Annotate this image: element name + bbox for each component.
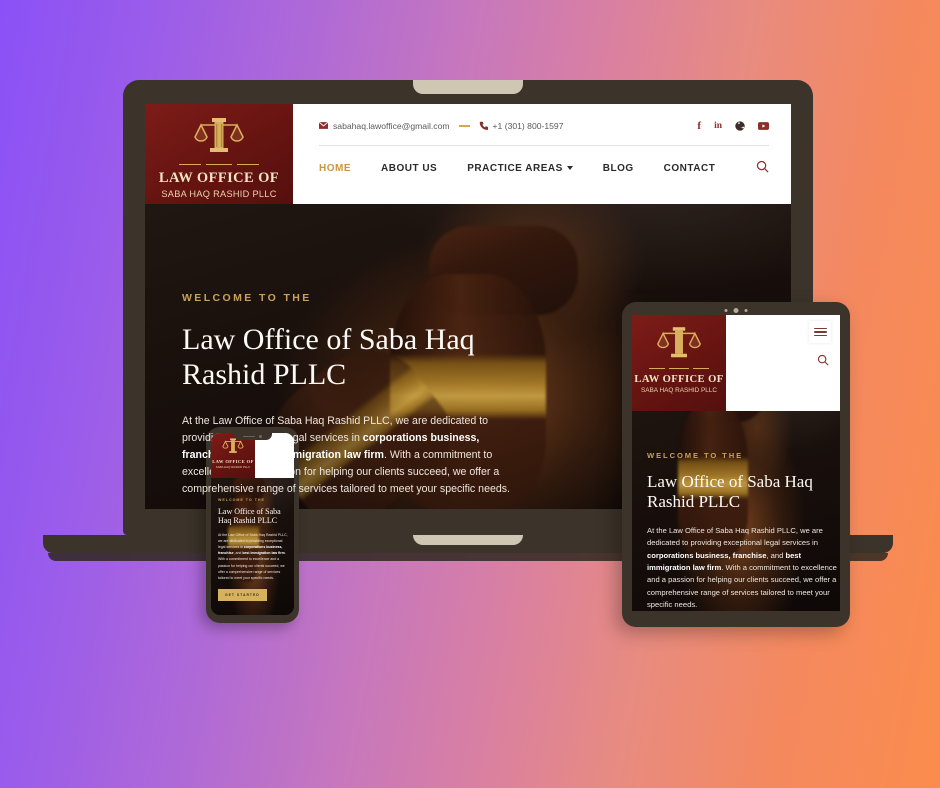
- header-right: sabahaq.lawoffice@gmail.com +1 (301) 800…: [293, 104, 791, 204]
- site-header: LAW OFFICE OF SABA HAQ RASHID PLLC: [632, 315, 840, 411]
- laptop-camera-notch: [413, 80, 523, 94]
- hero-paragraph: At the Law Office of Saba Haq Rashid PLL…: [218, 532, 290, 581]
- site-logo[interactable]: LAW OFFICE OF SABA HAQ RASHID PLLC: [632, 315, 726, 411]
- nav-item-label: CONTACT: [663, 162, 716, 174]
- search-icon[interactable]: [756, 160, 769, 176]
- phone-camera: [259, 435, 262, 438]
- nav-item-contact[interactable]: CONTACT: [664, 163, 716, 174]
- youtube-icon[interactable]: [758, 122, 769, 130]
- nav-item-label: BLOG: [602, 162, 634, 174]
- topbar-divider: [458, 125, 470, 127]
- hero-heading: Law Office of Saba Haq Rashid PLLC: [647, 472, 813, 512]
- logo-line-2: SABA HAQ RASHID PLLC: [640, 387, 717, 395]
- email-contact[interactable]: sabahaq.lawoffice@gmail.com: [318, 121, 450, 131]
- paragraph-emphasis: corporations business, franchise: [647, 550, 767, 560]
- website-tablet: LAW OFFICE OF SABA HAQ RASHID PLLC WELCO…: [632, 315, 840, 611]
- phone-mockup: LAW OFFICE OF SABA HAQ RASHID PLLC WELCO…: [206, 427, 299, 623]
- envelope-icon: [318, 121, 329, 131]
- tablet-mockup: LAW OFFICE OF SABA HAQ RASHID PLLC WELCO…: [622, 302, 850, 627]
- hero-section: WELCOME TO THE Law Office of Saba Haq Ra…: [145, 204, 545, 499]
- social-links: f in: [697, 120, 769, 132]
- scales-of-justice-icon: [656, 327, 702, 358]
- hero-section: WELCOME TO THE Law Office of Saba Haq Ra…: [211, 478, 294, 601]
- hamburger-menu-button[interactable]: [809, 321, 831, 343]
- paragraph-text: , and: [766, 550, 786, 560]
- phone-icon: [479, 121, 488, 132]
- hero-eyebrow: WELCOME TO THE: [182, 292, 312, 304]
- phone-text: +1 (301) 800-1597: [492, 121, 564, 131]
- facebook-icon[interactable]: f: [697, 120, 701, 132]
- chevron-down-icon: [566, 166, 573, 170]
- phone-contact[interactable]: +1 (301) 800-1597: [479, 121, 564, 132]
- nav-item-about-us[interactable]: ABOUT US: [381, 163, 437, 174]
- get-started-button[interactable]: GET STARTED: [218, 588, 267, 601]
- scales-of-justice-icon: [194, 118, 244, 152]
- hero-section: WELCOME TO THE Law Office of Saba Haq Ra…: [632, 411, 840, 611]
- linkedin-icon[interactable]: in: [714, 121, 722, 131]
- site-logo[interactable]: LAW OFFICE OF SABA HAQ RASHID PLLC: [145, 104, 293, 204]
- nav-item-home[interactable]: HOME: [319, 163, 351, 174]
- topbar: sabahaq.lawoffice@gmail.com +1 (301) 800…: [293, 104, 791, 132]
- nav-item-practice-areas[interactable]: PRACTICE AREAS: [467, 163, 573, 174]
- site-header: LAW OFFICE OF SABA HAQ RASHID PLLC sabah…: [145, 104, 791, 204]
- phone-notch: [233, 433, 272, 440]
- logo-line-1: LAW OFFICE OF: [158, 170, 280, 187]
- hero-eyebrow: WELCOME TO THE: [647, 451, 744, 460]
- logo-line-2: SABA HAQ RASHID PLLC: [215, 465, 251, 469]
- tablet-camera-dots: [724, 308, 748, 313]
- whatsapp-icon[interactable]: [735, 121, 745, 131]
- paragraph-emphasis: best immigration law firm: [242, 551, 285, 556]
- logo-line-1: LAW OFFICE OF: [634, 374, 724, 386]
- hero-paragraph: At the Law Office of Saba Haq Rashid PLL…: [647, 525, 839, 611]
- phone-screen: LAW OFFICE OF SABA HAQ RASHID PLLC WELCO…: [211, 433, 294, 615]
- nav-item-label: ABOUT US: [381, 162, 438, 174]
- nav-item-blog[interactable]: BLOG: [603, 163, 634, 174]
- hero-eyebrow: WELCOME TO THE: [218, 498, 265, 502]
- website-phone: LAW OFFICE OF SABA HAQ RASHID PLLC WELCO…: [211, 433, 294, 615]
- email-text: sabahaq.lawoffice@gmail.com: [333, 121, 450, 131]
- header-right: [726, 315, 840, 390]
- main-nav: HOME ABOUT US PRACTICE AREAS BLOG CONTACT: [293, 146, 791, 190]
- tablet-screen: LAW OFFICE OF SABA HAQ RASHID PLLC WELCO…: [632, 315, 840, 611]
- paragraph-text: , and: [233, 551, 243, 556]
- laptop-trackpad-notch: [413, 535, 523, 545]
- phone-speaker: [243, 435, 256, 438]
- paragraph-text: At the Law Office of Saba Haq Rashid PLL…: [647, 526, 823, 548]
- nav-item-label: PRACTICE AREAS: [467, 162, 563, 174]
- logo-line-2: SABA HAQ RASHID PLLC: [161, 189, 277, 200]
- logo-line-1: LAW OFFICE OF: [212, 459, 254, 464]
- search-icon[interactable]: [817, 353, 829, 371]
- hamburger-menu-icon: [813, 327, 827, 337]
- paragraph-text: . With a commitment to excellence and a …: [218, 551, 286, 580]
- nav-item-label: HOME: [319, 162, 351, 174]
- hero-heading: Law Office of Saba Haq Rashid PLLC: [182, 323, 475, 392]
- hero-heading: Law Office of Saba Haq Rashid PLLC: [218, 507, 281, 526]
